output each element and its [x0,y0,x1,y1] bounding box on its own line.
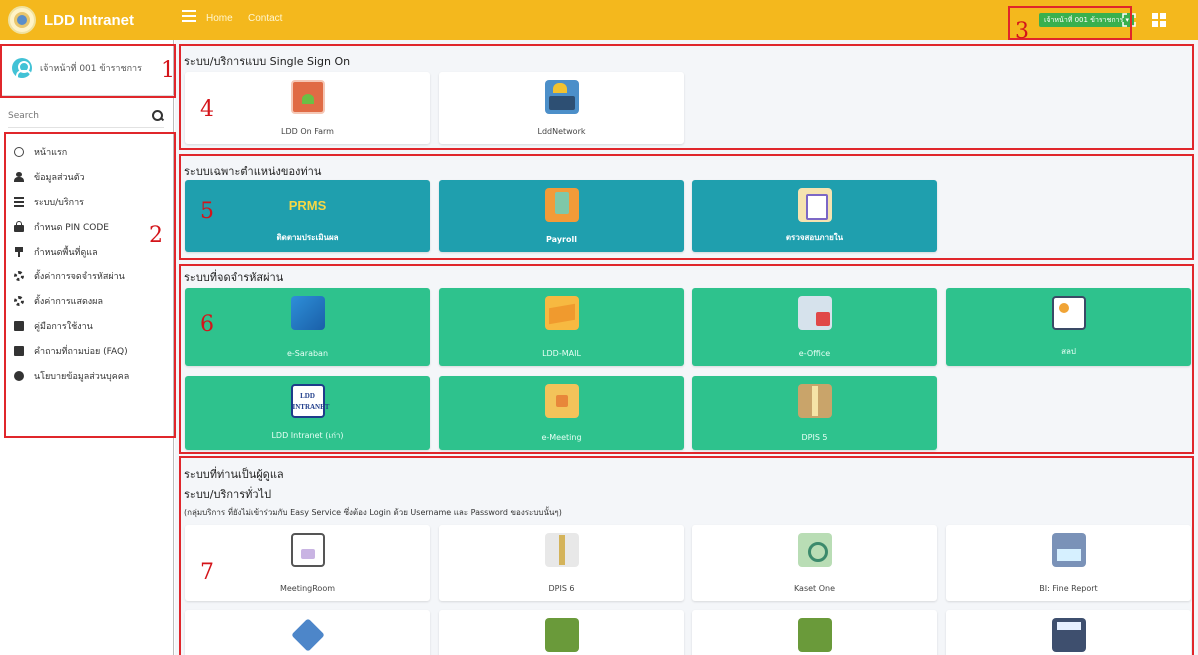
annotation-box-5 [179,154,1194,260]
annotation-number-1: 1 [161,58,175,83]
annotation-box-7 [179,456,1194,655]
annotation-number-7: 7 [200,560,214,585]
annotation-box-4 [179,44,1194,150]
annotation-number-4: 4 [200,97,214,122]
nav-home-link[interactable]: Home [206,13,233,24]
annotation-box-2 [4,132,176,438]
annotation-number-3: 3 [1015,19,1029,44]
nav-contact-link[interactable]: Contact [248,13,282,24]
search-icon[interactable] [152,109,164,122]
annotation-box-6 [179,264,1194,454]
annotation-number-6: 6 [200,312,214,337]
annotation-box-1 [0,44,176,98]
brand-title: LDD Intranet [44,11,134,29]
annotation-number-5: 5 [200,199,214,224]
apps-grid-icon[interactable] [1152,13,1166,27]
sidebar-search [8,104,164,128]
brand-header[interactable]: LDD Intranet [0,0,174,40]
annotation-number-2: 2 [149,223,163,248]
ldd-logo-icon [8,6,36,34]
search-input[interactable] [8,110,152,121]
hamburger-menu-icon[interactable] [182,10,196,22]
